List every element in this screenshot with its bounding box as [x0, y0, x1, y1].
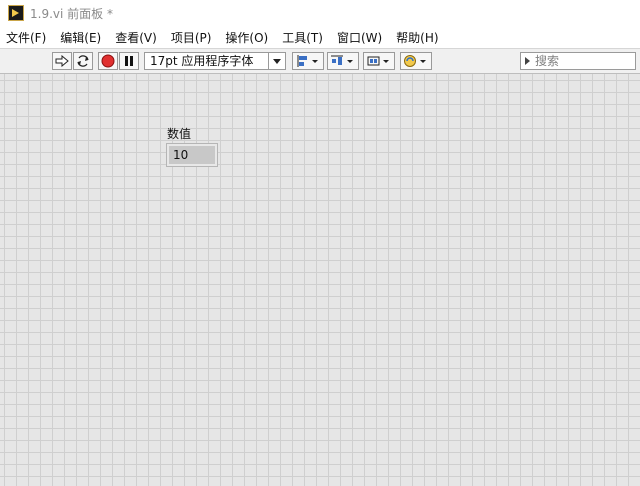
distribute-objects-button[interactable] — [327, 52, 359, 70]
resize-icon — [367, 56, 389, 66]
menu-window[interactable]: 窗口(W) — [330, 29, 389, 46]
align-objects-button[interactable] — [292, 52, 324, 70]
expand-search-icon[interactable] — [525, 57, 530, 65]
abort-stop-icon — [101, 54, 115, 68]
search-box[interactable] — [520, 52, 636, 70]
numeric-indicator[interactable]: 10 — [166, 143, 218, 167]
reorder-button[interactable] — [400, 52, 432, 70]
menu-operate[interactable]: 操作(O) — [218, 29, 275, 46]
menu-tools[interactable]: 工具(T) — [275, 29, 330, 46]
title-bar: 1.9.vi 前面板 * — [0, 0, 640, 26]
abort-button[interactable] — [98, 52, 118, 70]
run-arrow-icon — [55, 55, 69, 67]
front-panel-canvas[interactable]: 数值 10 — [0, 74, 640, 486]
menu-help[interactable]: 帮助(H) — [389, 29, 445, 46]
run-continuously-button[interactable] — [73, 52, 93, 70]
menu-project[interactable]: 项目(P) — [164, 29, 219, 46]
run-button[interactable] — [52, 52, 72, 70]
chevron-down-icon — [268, 53, 285, 69]
labview-vi-icon — [8, 5, 24, 21]
menu-view[interactable]: 查看(V) — [108, 29, 164, 46]
menu-bar: 文件(F) 编辑(E) 查看(V) 项目(P) 操作(O) 工具(T) 窗口(W… — [0, 26, 640, 48]
resize-objects-button[interactable] — [363, 52, 395, 70]
align-icon — [297, 55, 318, 67]
numeric-label: 数值 — [167, 127, 192, 141]
toolbar: 17pt 应用程序字体 — [0, 48, 640, 74]
distribute-icon — [331, 55, 353, 65]
menu-edit[interactable]: 编辑(E) — [53, 29, 108, 46]
menu-file[interactable]: 文件(F) — [0, 29, 53, 46]
pause-icon — [125, 56, 133, 66]
search-input[interactable] — [535, 54, 621, 68]
window-title: 1.9.vi 前面板 * — [30, 6, 113, 21]
run-continuously-icon — [77, 55, 89, 67]
reorder-icon — [404, 55, 426, 67]
font-select-value: 17pt 应用程序字体 — [150, 54, 254, 68]
pause-button[interactable] — [119, 52, 139, 70]
font-select[interactable]: 17pt 应用程序字体 — [144, 52, 286, 70]
